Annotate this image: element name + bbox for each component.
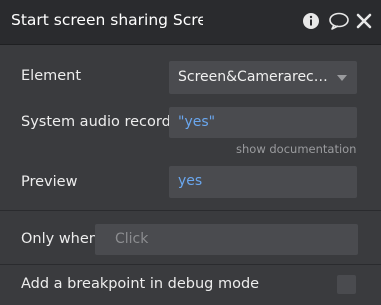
close-icon[interactable] (356, 12, 372, 30)
system-audio-record-value: "yes" (178, 114, 216, 130)
element-dropdown[interactable]: Screen&Camerarecord... (169, 61, 357, 94)
element-label: Element (21, 68, 82, 84)
panel-header: Start screen sharing Scree (0, 0, 381, 45)
only-when-condition-input[interactable]: Click (95, 224, 358, 255)
section-divider (0, 264, 381, 265)
system-audio-record-input[interactable]: "yes" (169, 107, 357, 138)
element-dropdown-value: Screen&Camerarecord... (178, 69, 333, 85)
preview-input[interactable]: yes (169, 166, 357, 198)
system-audio-record-label: System audio record (21, 114, 171, 130)
preview-label: Preview (21, 174, 78, 190)
only-when-label: Only when (21, 231, 98, 247)
show-documentation-link[interactable]: show documentation (236, 142, 356, 156)
breakpoint-checkbox[interactable] (337, 275, 356, 294)
section-divider (0, 210, 381, 211)
chevron-down-icon (337, 75, 347, 81)
panel-title: Start screen sharing Scree (11, 11, 203, 29)
property-editor-panel: Start screen sharing Scree Element Scree… (0, 0, 381, 305)
info-icon[interactable] (302, 12, 320, 30)
breakpoint-label: Add a breakpoint in debug mode (21, 276, 260, 292)
comment-icon[interactable] (328, 12, 350, 30)
only-when-placeholder: Click (115, 231, 149, 247)
preview-value: yes (178, 173, 203, 189)
